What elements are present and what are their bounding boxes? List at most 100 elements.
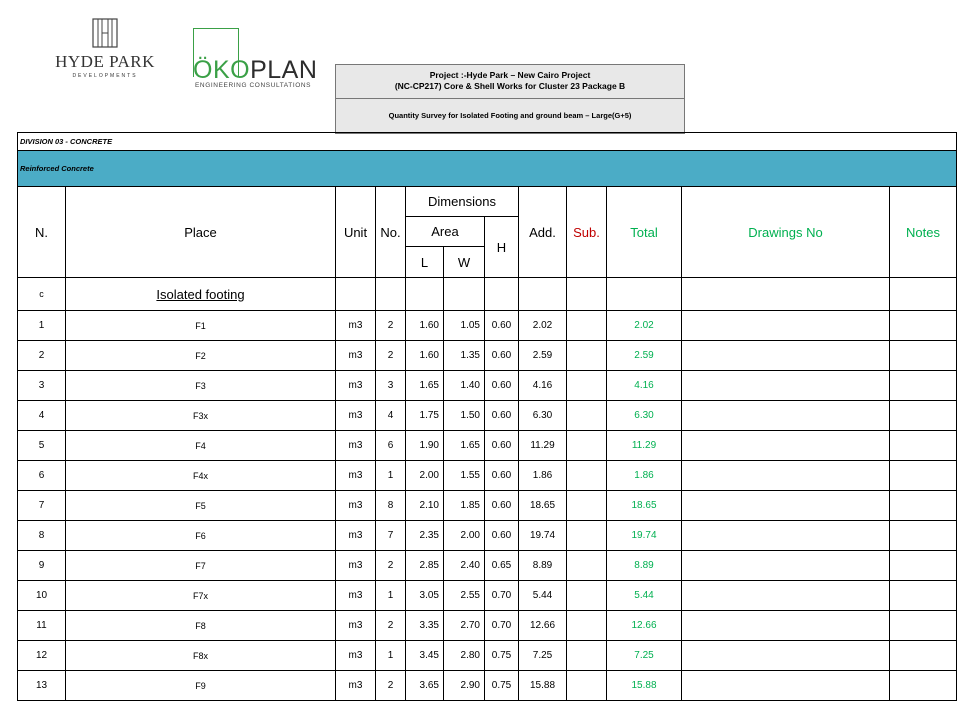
row-notes [888,310,958,341]
empty-cell [484,277,519,311]
project-title: Project :-Hyde Park – New Cairo Project … [336,65,684,99]
row-width: 2.70 [443,610,485,641]
row-height: 0.60 [484,400,519,431]
row-drawings-no [681,400,890,431]
project-title-line-2: (NC-CP217) Core & Shell Works for Cluste… [394,81,626,91]
category-label: Reinforced Concrete [16,150,958,187]
row-length: 1.60 [405,340,444,371]
row-width: 1.55 [443,460,485,491]
header-w: W [443,246,485,278]
category-row: Reinforced Concrete [16,150,958,187]
table-row: 7 F5 m3 8 2.10 1.85 0.60 18.65 18.65 [17,490,958,521]
row-place: F8x [65,640,336,671]
table-row: 13 F9 m3 2 3.65 2.90 0.75 15.88 15.88 [17,670,958,701]
row-total: 5.44 [606,580,682,611]
row-height: 0.65 [484,550,519,581]
table-body: 1 F1 m3 2 1.60 1.05 0.60 2.02 2.02 2 F2 m3 2 1.60 1.35… [17,310,958,701]
row-count: 8 [375,490,406,521]
row-add: 5.44 [518,580,567,611]
project-title-box: Project :-Hyde Park – New Cairo Project … [335,64,685,134]
okoplan-plan: PLAN [250,56,318,84]
row-sub [566,640,607,671]
table-row: 4 F3x m3 4 1.75 1.50 0.60 6.30 6.30 [17,400,958,431]
header-h: H [484,216,519,278]
row-unit: m3 [335,400,376,431]
row-number: 13 [17,670,66,701]
row-height: 0.60 [484,490,519,521]
row-add: 4.16 [518,370,567,401]
row-drawings-no [681,460,890,491]
row-width: 1.50 [443,400,485,431]
row-total: 19.74 [606,520,682,551]
row-unit: m3 [335,310,376,341]
row-number: 4 [17,400,66,431]
okoplan-oko: ÖKO [193,56,251,84]
row-sub [566,310,607,341]
row-length: 2.35 [405,520,444,551]
row-notes [888,430,958,461]
row-drawings-no [681,310,890,341]
row-length: 3.45 [405,640,444,671]
row-total: 2.02 [606,310,682,341]
empty-cell [606,277,682,311]
empty-cell [681,277,890,311]
table-row: 5 F4 m3 6 1.90 1.65 0.60 11.29 11.29 [17,430,958,461]
row-number: 8 [17,520,66,551]
row-add: 12.66 [518,610,567,641]
row-height: 0.60 [484,520,519,551]
row-height: 0.70 [484,580,519,611]
row-width: 2.90 [443,670,485,701]
header-dimensions: Dimensions [405,186,519,217]
row-number: 9 [17,550,66,581]
row-length: 3.05 [405,580,444,611]
row-place: F9 [65,670,336,701]
header-area: Area [405,216,485,247]
row-notes [888,550,958,581]
row-width: 2.40 [443,550,485,581]
row-length: 3.35 [405,610,444,641]
table-row: 8 F6 m3 7 2.35 2.00 0.60 19.74 19.74 [17,520,958,551]
empty-cell [566,277,607,311]
section-row: c Isolated footing [17,277,958,311]
row-count: 6 [375,430,406,461]
empty-cell [518,277,567,311]
row-length: 2.85 [405,550,444,581]
table-row: 10 F7x m3 1 3.05 2.55 0.70 5.44 5.44 [17,580,958,611]
row-drawings-no [681,340,890,371]
row-sub [566,340,607,371]
quantity-table: DIVISION 03 - CONCRETE Reinforced Concre… [16,132,958,701]
row-unit: m3 [335,370,376,401]
row-total: 4.16 [606,370,682,401]
row-unit: m3 [335,490,376,521]
row-count: 1 [375,640,406,671]
row-notes [888,610,958,641]
section-code: c [17,277,66,311]
row-unit: m3 [335,670,376,701]
row-count: 4 [375,400,406,431]
row-drawings-no [681,490,890,521]
row-drawings-no [681,640,890,671]
table-row: 11 F8 m3 2 3.35 2.70 0.70 12.66 12.66 [17,610,958,641]
row-total: 8.89 [606,550,682,581]
row-add: 2.02 [518,310,567,341]
table-row: 3 F3 m3 3 1.65 1.40 0.60 4.16 4.16 [17,370,958,401]
row-length: 1.75 [405,400,444,431]
header-add: Add. [518,186,567,278]
row-height: 0.60 [484,460,519,491]
hyde-park-mark-icon [92,18,118,48]
row-sub [566,460,607,491]
row-count: 1 [375,580,406,611]
header-row-1: N. Place Unit No. Dimensions Add. Sub. T… [17,186,958,278]
row-notes [888,370,958,401]
empty-cell [335,277,376,311]
row-place: F7 [65,550,336,581]
row-length: 2.00 [405,460,444,491]
row-drawings-no [681,580,890,611]
row-width: 2.00 [443,520,485,551]
row-sub [566,550,607,581]
row-number: 12 [17,640,66,671]
table-row: 1 F1 m3 2 1.60 1.05 0.60 2.02 2.02 [17,310,958,341]
row-number: 7 [17,490,66,521]
row-total: 2.59 [606,340,682,371]
row-add: 11.29 [518,430,567,461]
